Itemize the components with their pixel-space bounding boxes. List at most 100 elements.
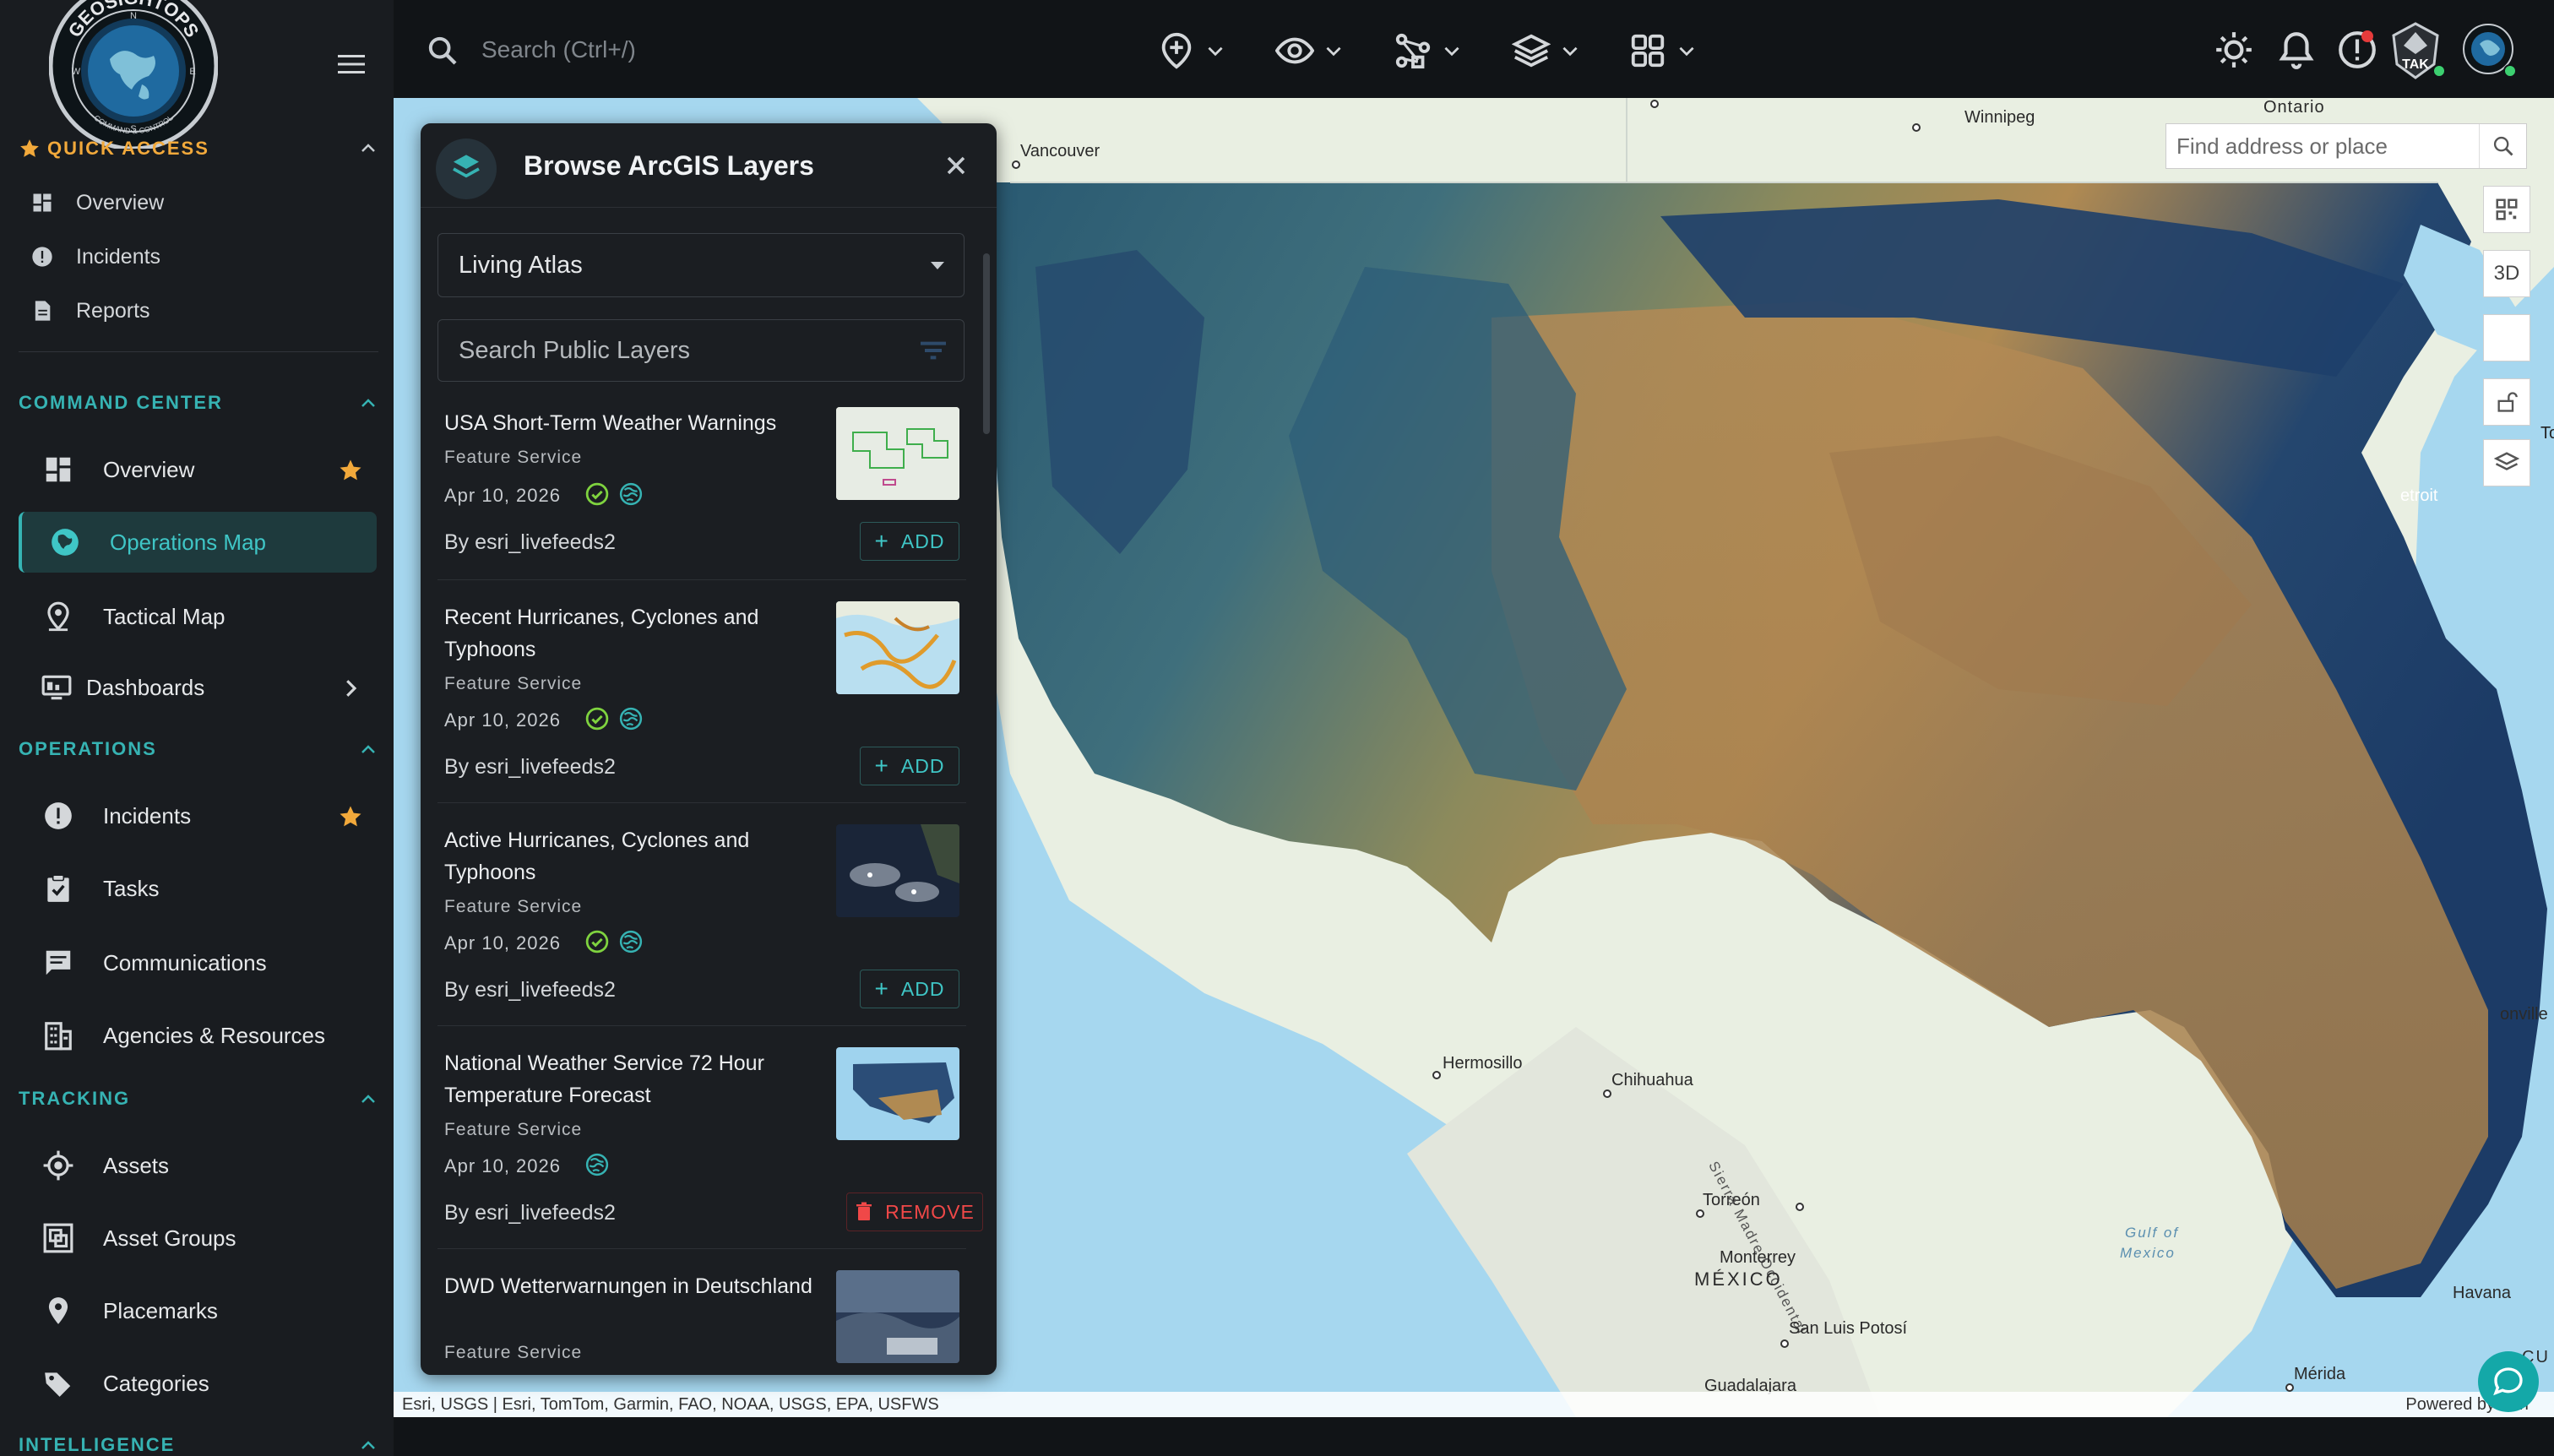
sidebar-item-tasks[interactable]: Tasks xyxy=(19,858,377,919)
star-icon[interactable] xyxy=(338,458,363,483)
qr-code-icon xyxy=(2496,198,2518,220)
add-layer-button[interactable]: + ADD xyxy=(860,970,959,1008)
map-geocoder xyxy=(2165,123,2527,169)
map-search-input[interactable] xyxy=(2166,124,2479,168)
map-city-dot xyxy=(1796,1203,1804,1211)
panel-scrollbar[interactable] xyxy=(983,253,990,434)
verified-icon xyxy=(585,482,609,506)
menu-toggle-icon[interactable] xyxy=(334,47,368,81)
sidebar-item-categories[interactable]: Categories xyxy=(19,1353,377,1414)
bottom-strip xyxy=(394,1417,2554,1456)
draw-tool[interactable] xyxy=(1394,30,1463,71)
sidebar-item-communications[interactable]: Communications xyxy=(19,932,377,993)
layer-card[interactable]: Active Hurricanes, Cyclones and Typhoons… xyxy=(444,824,968,1032)
sidebar-item-assets[interactable]: Assets xyxy=(19,1135,377,1196)
layer-card[interactable]: DWD Wetterwarnungen in Deutschland Featu… xyxy=(444,1270,968,1375)
toggle-3d-button[interactable]: 3D xyxy=(2483,250,2530,297)
panel-header: Browse ArcGIS Layers xyxy=(421,123,997,208)
sidebar-item-label: Communications xyxy=(103,949,267,975)
sidebar-item-operations-map[interactable]: Operations Map xyxy=(19,512,377,573)
chevron-up-icon[interactable] xyxy=(358,1436,378,1456)
sidebar-item-placemarks[interactable]: Placemarks xyxy=(19,1280,377,1341)
app-logo[interactable]: N S W E GEOSIGHTOPS COMMAND & CONTROL xyxy=(49,0,218,149)
sidebar-item-overview[interactable]: Overview xyxy=(19,439,377,500)
dashboard-icon xyxy=(46,457,71,482)
sidebar-item-agencies[interactable]: Agencies & Resources xyxy=(19,1005,377,1066)
blank-map-button[interactable] xyxy=(2483,314,2530,361)
sidebar-item-dashboards[interactable]: Dashboards xyxy=(19,657,377,718)
add-label: ADD xyxy=(900,754,945,777)
layer-card[interactable]: USA Short-Term Weather Warnings Feature … xyxy=(444,407,968,601)
chevron-up-icon[interactable] xyxy=(358,139,378,159)
layer-thumbnail xyxy=(836,1047,959,1140)
sidebar-item-asset-groups[interactable]: Asset Groups xyxy=(19,1208,377,1269)
qr-button[interactable] xyxy=(2483,186,2530,233)
close-icon[interactable] xyxy=(941,150,971,181)
crosshair-icon xyxy=(43,1150,73,1181)
layer-title: Active Hurricanes, Cyclones and Typhoons xyxy=(444,829,750,884)
section-header-command-center[interactable]: COMMAND CENTER xyxy=(19,390,378,416)
alert-badge xyxy=(2361,30,2373,42)
public-layer-search-input[interactable] xyxy=(459,336,916,365)
clipboard-check-icon xyxy=(47,874,69,902)
layer-source-select[interactable]: Living Atlas xyxy=(437,233,965,297)
bell-icon[interactable] xyxy=(2275,29,2318,71)
sidebar-item-label: Agencies & Resources xyxy=(103,1022,326,1048)
layer-card[interactable]: National Weather Service 72 Hour Tempera… xyxy=(444,1047,983,1255)
map-label-onville: onville xyxy=(2500,1005,2548,1024)
section-title: COMMAND CENTER xyxy=(19,392,223,413)
filter-icon[interactable] xyxy=(916,334,950,367)
layer-type: Feature Service xyxy=(444,448,583,467)
quick-access-header[interactable]: QUICK ACCESS xyxy=(19,135,378,162)
star-icon[interactable] xyxy=(338,804,363,829)
map-label-detroit: etroit xyxy=(2400,486,2438,505)
add-layer-button[interactable]: + ADD xyxy=(860,747,959,785)
chevron-down-icon xyxy=(1679,46,1694,57)
support-chat-button[interactable] xyxy=(2478,1351,2539,1412)
sidebar-item-tactical-map[interactable]: Tactical Map xyxy=(19,586,377,647)
quick-access-item-incidents[interactable]: Incidents xyxy=(30,240,368,274)
global-search-input[interactable] xyxy=(481,32,988,68)
trash-icon xyxy=(856,1202,872,1220)
quick-access-item-overview[interactable]: Overview xyxy=(30,186,368,220)
map-label-ontario: Ontario xyxy=(2263,98,2325,117)
public-globe-icon xyxy=(585,1153,609,1176)
chevron-down-icon xyxy=(1326,46,1341,57)
section-title: TRACKING xyxy=(19,1088,131,1109)
map-label-chihuahua: Chihuahua xyxy=(1611,1071,1693,1089)
chat-bubble-icon xyxy=(2493,1367,2523,1396)
map-search-button[interactable] xyxy=(2479,124,2526,168)
visibility-tool[interactable] xyxy=(1275,30,1345,71)
map-label-to: To xyxy=(2540,424,2554,443)
chevron-up-icon[interactable] xyxy=(358,740,378,760)
quick-access-title: QUICK ACCESS xyxy=(47,138,209,159)
layer-title: National Weather Service 72 Hour Tempera… xyxy=(444,1051,764,1107)
search-icon xyxy=(428,36,457,65)
layers-tool[interactable] xyxy=(1512,30,1581,71)
layer-thumbnail xyxy=(836,407,959,500)
chevron-up-icon[interactable] xyxy=(358,394,378,414)
map-label-merida: Mérida xyxy=(2294,1365,2346,1383)
sidebar-item-label: Categories xyxy=(103,1370,209,1396)
layer-title: DWD Wetterwarnungen in Deutschland xyxy=(444,1274,812,1298)
sidebar-item-incidents[interactable]: Incidents xyxy=(19,785,377,846)
theme-toggle-icon[interactable] xyxy=(2213,29,2255,71)
layer-type: Feature Service xyxy=(444,897,583,916)
document-icon xyxy=(35,301,51,321)
section-header-tracking[interactable]: TRACKING xyxy=(19,1086,378,1111)
remove-layer-button[interactable]: REMOVE xyxy=(846,1193,983,1231)
quick-access-item-reports[interactable]: Reports xyxy=(30,294,368,328)
section-header-operations[interactable]: OPERATIONS xyxy=(19,736,378,762)
layer-card[interactable]: Recent Hurricanes, Cyclones and Typhoons… xyxy=(444,601,968,809)
layer-date: Apr 10, 2026 xyxy=(444,709,561,731)
widgets-tool[interactable] xyxy=(1628,30,1698,71)
chevron-right-icon[interactable] xyxy=(338,676,363,701)
layers-icon xyxy=(1512,34,1551,68)
add-location-tool[interactable] xyxy=(1157,30,1226,71)
sidebar-item-label: Tasks xyxy=(103,875,160,901)
lock-button[interactable] xyxy=(2483,378,2530,426)
section-header-intelligence[interactable]: INTELLIGENCE xyxy=(19,1432,378,1456)
add-layer-button[interactable]: + ADD xyxy=(860,522,959,561)
chevron-up-icon[interactable] xyxy=(358,1089,378,1110)
map-layers-button[interactable] xyxy=(2483,439,2530,486)
